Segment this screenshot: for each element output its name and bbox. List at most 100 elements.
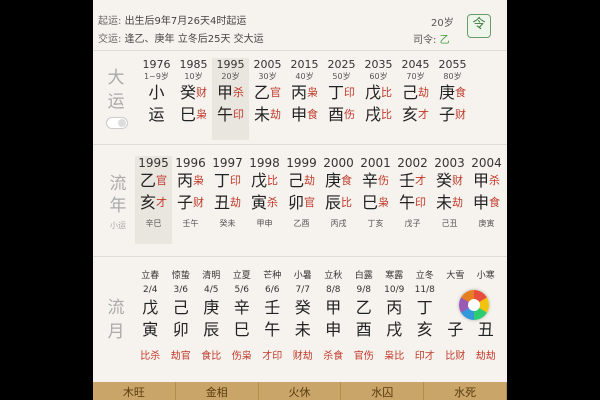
liunian-stem-row: 庚食 (320, 170, 357, 192)
color-wheel-icon[interactable] (459, 290, 489, 320)
jiaoyun-label: 交运: (98, 34, 122, 45)
divider (93, 50, 507, 51)
liuyue-date: 5/6 (234, 285, 249, 295)
dayun-year: 1995 (216, 58, 245, 71)
dayun-col[interactable]: 2015 40岁丙枭申食 (286, 58, 323, 140)
dayun-col[interactable]: 2005 30岁乙官未劫 (249, 58, 286, 140)
dayun-stem-rel: 财 (196, 86, 207, 99)
liunian-branch-rel: 劫 (230, 196, 241, 209)
liuyue-col[interactable]: 芒种 6/6 壬午才印 (257, 268, 288, 374)
bottom-tab-shui-qiu[interactable]: 水囚 (341, 382, 425, 400)
dayun-col[interactable]: 2035 60岁戊比戌比 (360, 58, 397, 140)
dayun-stem-row: 甲杀 (212, 82, 249, 104)
dayun-col[interactable]: 2025 50岁丁印酉伤 (323, 58, 360, 140)
liunian-col[interactable]: 2004 甲杀申食庚寅 (468, 156, 505, 244)
dayun-col[interactable]: 1995 20岁甲杀午印 (212, 58, 249, 140)
dayun-year: 2045 (401, 58, 430, 71)
liunian-col[interactable]: 1998 戊比寅杀甲申 (246, 156, 283, 244)
dayun-stem-row: 乙官 (249, 82, 286, 104)
dayun-stem: 戊 (364, 83, 381, 102)
liuyue-date: 3/6 (173, 285, 188, 295)
liunian-col[interactable]: 2001 辛伤巳枭丁亥 (357, 156, 394, 244)
liunian-branch-rel: 才 (156, 196, 167, 209)
dayun-col[interactable]: 2045 70岁己劫亥才 (397, 58, 434, 140)
liuyue-term: 寒露 (385, 271, 404, 281)
liuyue-col[interactable]: 立春 2/4 戊寅比杀 (135, 268, 166, 374)
dayun-branch-rel: 才 (418, 108, 429, 121)
dayun-stem-row: 己劫 (397, 82, 434, 104)
dayun-branch-row: 亥才 (397, 104, 434, 126)
dayun-stem: 癸 (179, 83, 196, 102)
bottom-tab-mu[interactable]: 木旺 (93, 382, 176, 400)
liunian-stem-rel: 枭 (193, 174, 204, 187)
dayun-ages: 1~9岁 (144, 72, 169, 81)
liuyue-rel: 劫官 (170, 351, 191, 362)
bottom-tab-huo[interactable]: 火休 (258, 382, 342, 400)
liuyue-col[interactable]: 立秋 8/8 甲申杀食 (318, 268, 349, 374)
dayun-col[interactable]: 2055 80岁庚食子财 (434, 58, 471, 140)
dayun-col[interactable]: 1985 10岁癸财巳枭 (175, 58, 212, 140)
dayun-stem: 丁 (327, 83, 344, 102)
dayun-col-first[interactable]: 1976 1~9岁小运 (138, 58, 175, 140)
xiaoyun-toggle[interactable] (106, 117, 128, 129)
dayun-year: 2035 (364, 58, 393, 71)
liuyue-term: 小寒 (476, 271, 495, 281)
liuyue-col[interactable]: 大雪子比财 (440, 268, 471, 374)
jiaoyun-line: 交运: 逢乙、庚年 立冬后25天 交大运 (98, 30, 264, 45)
liuyue-branch: 巳 (233, 320, 250, 339)
liuyue-col[interactable]: 白露 9/8 乙酉官伤 (349, 268, 380, 374)
dayun-age: 10岁 (184, 72, 203, 81)
bottom-tab-shui-si[interactable]: 水死 (424, 382, 507, 400)
liuyue-col[interactable]: 惊蛰 3/6 己卯劫官 (166, 268, 197, 374)
liuyue-col[interactable]: 立冬 11/8 丁亥印才 (410, 268, 441, 374)
dayun-age: 20岁 (221, 72, 240, 81)
liunian-branch-rel: 官 (304, 196, 315, 209)
liunian-col[interactable]: 1999 己劫卯官乙酉 (283, 156, 320, 244)
liunian-stem-row: 乙官 (135, 170, 172, 192)
liunian-stem-rel: 食 (341, 174, 352, 187)
dayun-stem-row: 戊比 (360, 82, 397, 104)
liuyue-branch: 丑 (477, 320, 494, 339)
liuyue-rel: 劫劫 (475, 351, 496, 362)
liuyue-rel: 才印 (262, 351, 283, 362)
liuyue-rel: 官伤 (353, 351, 374, 362)
dayun-age: 50岁 (332, 72, 351, 81)
liuyue-col[interactable]: 寒露 10/9 丙戌枭比 (379, 268, 410, 374)
dayun-stem: 甲 (216, 83, 233, 102)
liunian-stem-rel: 财 (452, 174, 463, 187)
dayun-branch-row: 申食 (286, 104, 323, 126)
liunian-stem-rel: 印 (230, 174, 241, 187)
liunian-col[interactable]: 1997 丁印丑劫癸未 (209, 156, 246, 244)
dayun-year: 2025 (327, 58, 356, 71)
liunian-col[interactable]: 1996 丙枭子财壬午 (172, 156, 209, 244)
liunian-stem: 庚 (324, 171, 341, 190)
liuyue-term: 白露 (354, 271, 373, 281)
liunian-branch: 卯 (287, 193, 304, 212)
liuyue-col[interactable]: 清明 4/5 庚辰食比 (196, 268, 227, 374)
liunian-branch: 寅 (250, 193, 267, 212)
bottom-tab-jin[interactable]: 金相 (175, 382, 259, 400)
liuyue-rel: 比财 (445, 351, 466, 362)
liunian-col[interactable]: 2002 壬才午印戊子 (394, 156, 431, 244)
dayun-branch-rel: 比 (381, 108, 392, 121)
dayun-age: 70岁 (406, 72, 425, 81)
liunian-branch-rel: 劫 (452, 196, 463, 209)
dayun-age: 40岁 (295, 72, 314, 81)
liuyue-col[interactable]: 小寒丑劫劫 (471, 268, 502, 374)
liuyue-col[interactable]: 小暑 7/7 癸未财劫 (288, 268, 319, 374)
dayun-branch-row: 午印 (212, 104, 249, 126)
liuyue-col[interactable]: 立夏 5/6 辛巳伤枭 (227, 268, 258, 374)
liunian-col[interactable]: 1995 乙官亥才辛巳 (135, 156, 172, 244)
liuyue-rel: 比杀 (140, 351, 161, 362)
liunian-col[interactable]: 2003 癸财未劫己丑 (431, 156, 468, 244)
liunian-stem-row: 丙枭 (172, 170, 209, 192)
liunian-col[interactable]: 2000 庚食辰比丙戌 (320, 156, 357, 244)
dayun-branch-rel: 财 (455, 108, 466, 121)
app-window: 起运: 出生后9年7月26天4时起运 20岁 交运: 逢乙、庚年 立冬后25天 … (93, 0, 507, 400)
liunian-branch-row: 亥才 (135, 192, 172, 214)
qiyun-age: 20岁 (431, 18, 454, 29)
ling-icon[interactable]: 令 (467, 14, 491, 38)
liuyue-date: 8/8 (326, 285, 341, 295)
xiaoyun-ganzhi: 甲申 (256, 219, 273, 228)
dayun-stem-rel: 官 (270, 86, 281, 99)
